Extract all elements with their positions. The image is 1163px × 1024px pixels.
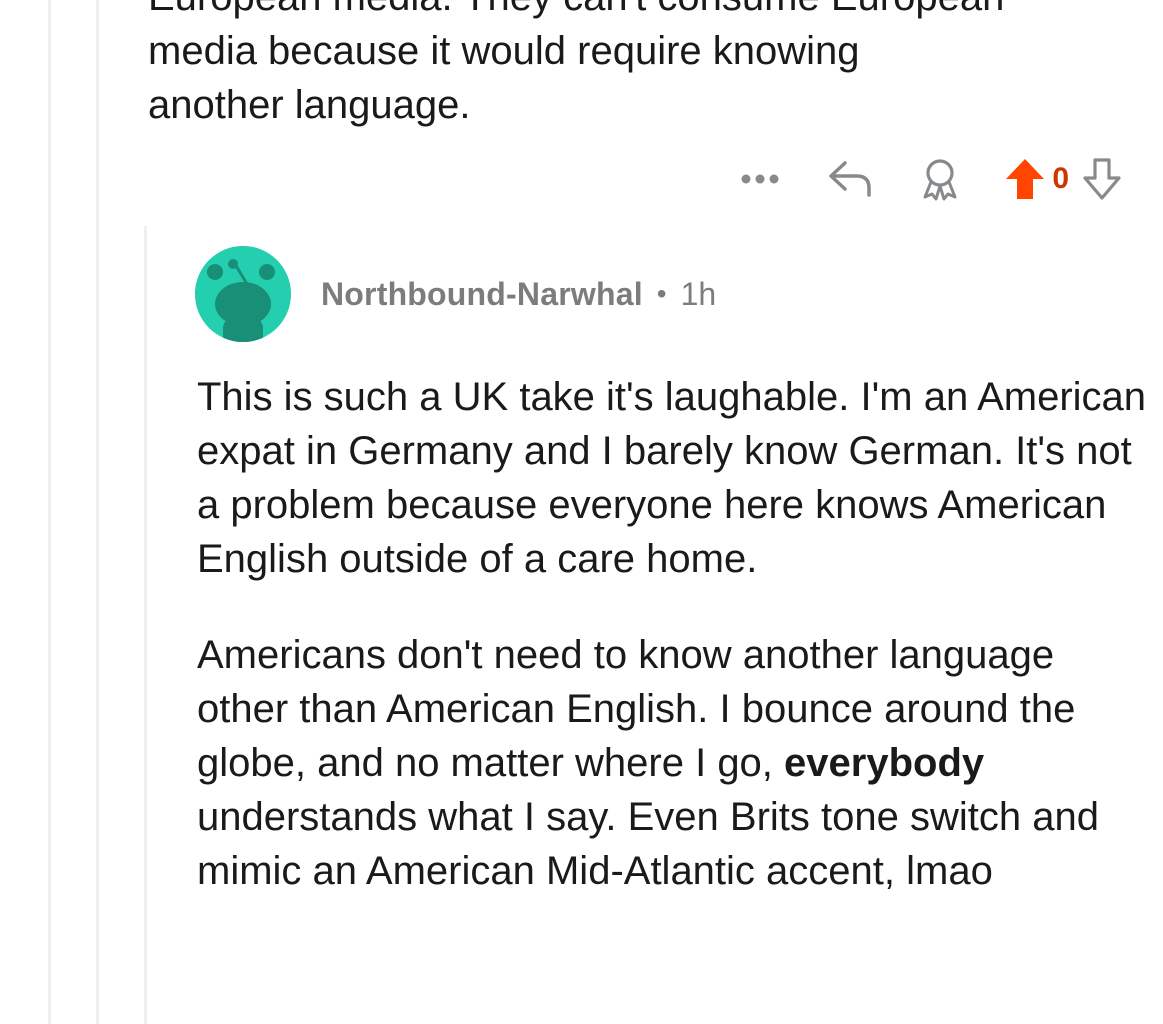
comment-header: Northbound-Narwhal • 1h (195, 246, 716, 342)
thread-line[interactable] (144, 226, 147, 1024)
comment-text: understands what I say. Even Brits tone … (197, 795, 1099, 893)
avatar[interactable] (195, 246, 291, 342)
parent-comment-line: media because it would require knowing (148, 29, 860, 73)
snoo-avatar-icon (195, 246, 291, 342)
comment-action-bar: 0 (736, 152, 1123, 206)
comment-body: This is such a UK take it's laughable. I… (197, 370, 1147, 940)
comment-bold-text: everybody (784, 741, 985, 785)
award-icon[interactable] (916, 157, 964, 201)
thread-line[interactable] (48, 0, 51, 1024)
thread-line[interactable] (96, 0, 99, 1024)
more-options-icon[interactable] (736, 173, 784, 185)
parent-comment-body: European media. They can't consume Europ… (148, 0, 1138, 132)
upvote-arrow-icon[interactable] (1004, 157, 1046, 201)
meta-separator: • (656, 278, 667, 309)
reply-arrow-icon[interactable] (826, 159, 874, 199)
comment-age: 1h (680, 275, 717, 312)
downvote-arrow-icon[interactable] (1081, 157, 1123, 201)
comment-paragraph: This is such a UK take it's laughable. I… (197, 375, 1147, 581)
vote-count: 0 (1052, 162, 1069, 195)
parent-comment-line: another language. (148, 83, 471, 127)
parent-comment-line: European media. They can't consume Europ… (148, 0, 1138, 24)
comment-author[interactable]: Northbound-Narwhal (321, 276, 643, 313)
comment-paragraph: Americans don't need to know another lan… (197, 628, 1147, 898)
